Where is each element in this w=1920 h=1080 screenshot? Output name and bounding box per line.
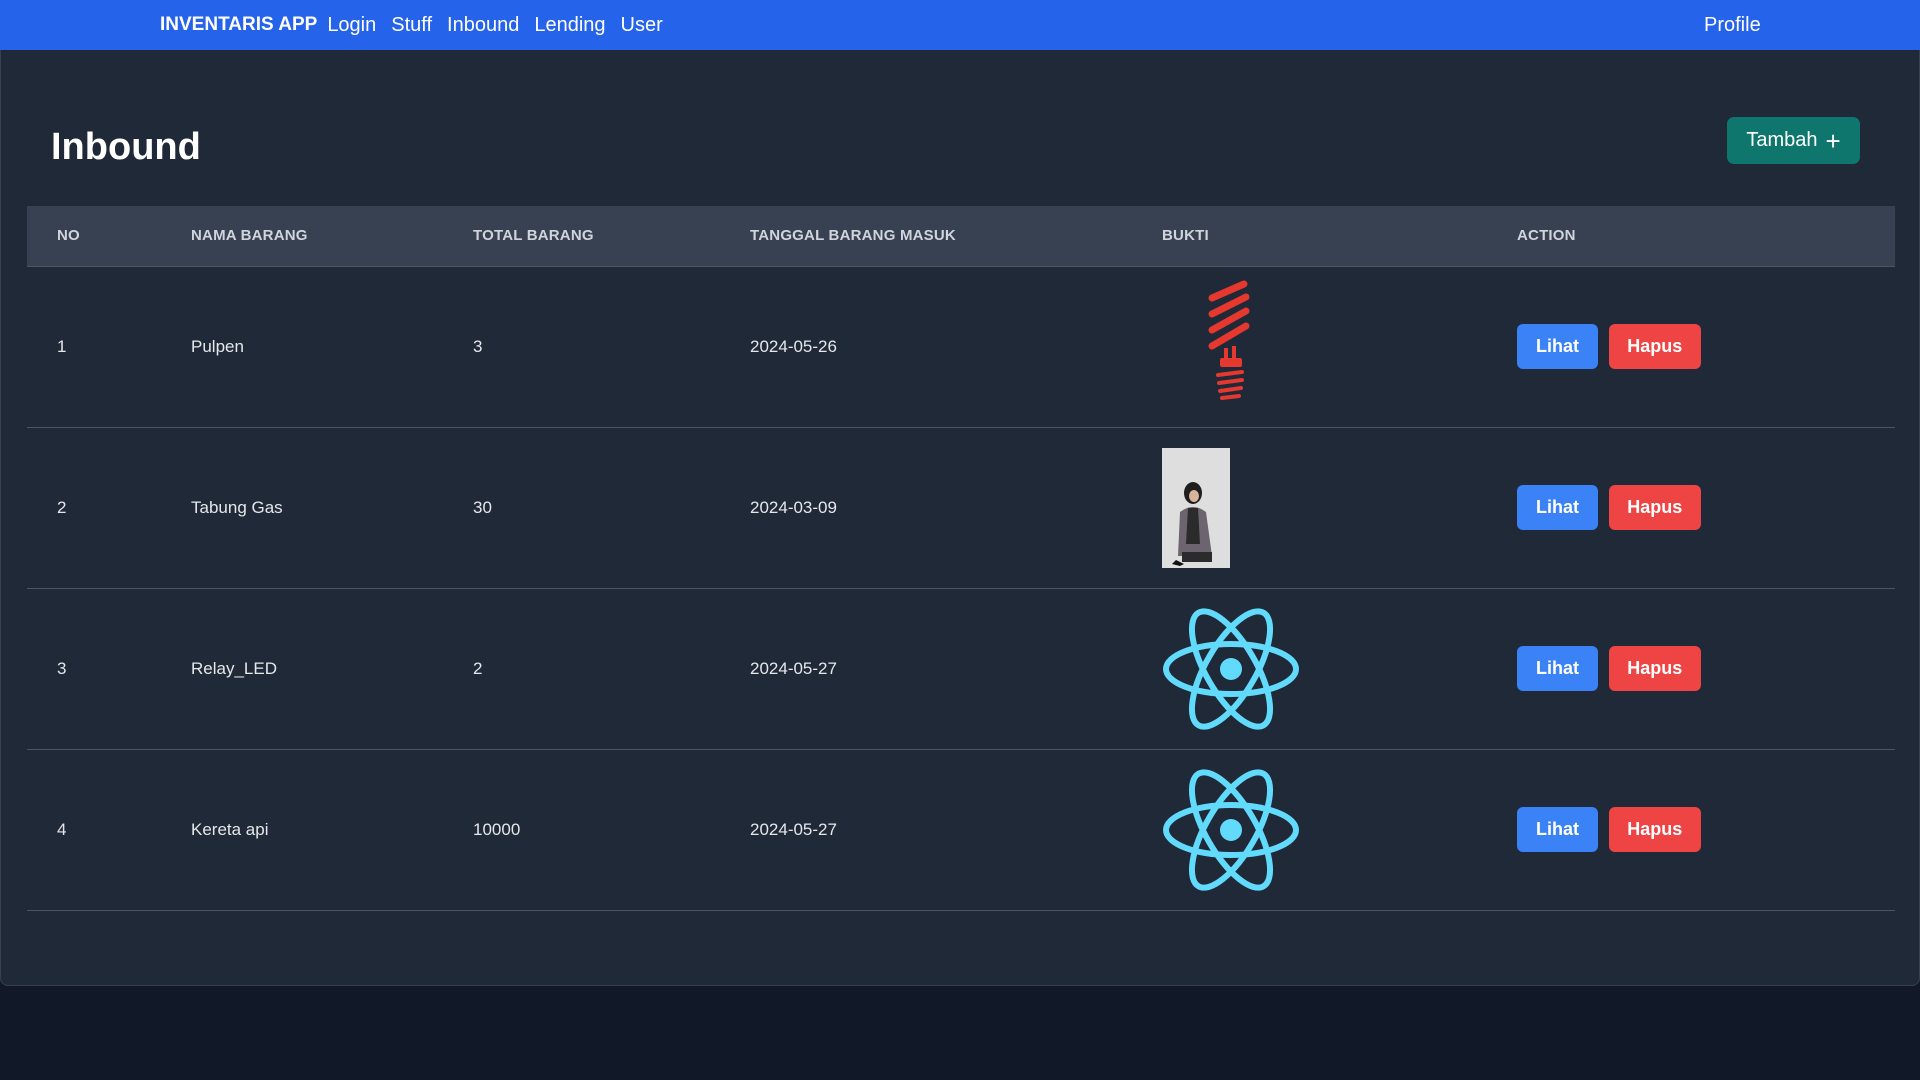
nav-link-login[interactable]: Login <box>327 14 376 37</box>
table-row: 2 Tabung Gas 30 2024-03-09 Lihat Hapus <box>27 427 1895 588</box>
nav-link-stuff[interactable]: Stuff <box>391 14 432 37</box>
person-photo <box>1162 447 1230 568</box>
table-row: 1 Pulpen 3 2024-05-26 Lihat Hapus <box>27 266 1895 427</box>
cell-no: 2 <box>57 497 67 517</box>
nav-link-profile[interactable]: Profile <box>1704 14 1761 37</box>
table-row: 3 Relay_LED 2 2024-05-27 Lihat Hapus <box>27 588 1895 749</box>
cell-action: Lihat Hapus <box>1487 588 1895 749</box>
table-body: 1 Pulpen 3 2024-05-26 Lihat Hapus 2 Tabu… <box>27 266 1895 910</box>
inbound-table: NO NAMA BARANG TOTAL BARANG TANGGAL BARA… <box>27 206 1895 911</box>
cell-name: Kereta api <box>191 819 269 839</box>
delete-button[interactable]: Hapus <box>1608 807 1701 852</box>
app-brand[interactable]: INVENTARIS APP <box>160 14 317 36</box>
cell-no: 1 <box>57 336 67 356</box>
header-tanggal: TANGGAL BARANG MASUK <box>720 206 1132 267</box>
cell-total: 2 <box>473 658 483 678</box>
table-row: 4 Kereta api 10000 2024-05-27 Lihat Hapu… <box>27 749 1895 910</box>
cell-name: Pulpen <box>191 336 244 356</box>
navbar: INVENTARIS APP Login Stuff Inbound Lendi… <box>0 0 1920 50</box>
table-header: NO NAMA BARANG TOTAL BARANG TANGGAL BARA… <box>27 206 1895 267</box>
nav-link-user[interactable]: User <box>621 14 663 37</box>
cell-date: 2024-05-27 <box>750 658 837 678</box>
cell-proof <box>1132 427 1487 588</box>
header-no: NO <box>27 206 161 267</box>
cell-no: 3 <box>57 658 67 678</box>
cell-proof <box>1132 266 1487 427</box>
cell-total: 30 <box>473 497 492 517</box>
react-logo <box>1163 768 1299 891</box>
cell-name: Tabung Gas <box>191 497 283 517</box>
cell-name: Relay_LED <box>191 658 277 678</box>
cell-date: 2024-03-09 <box>750 497 837 517</box>
cell-total: 10000 <box>473 819 521 839</box>
cell-action: Lihat Hapus <box>1487 266 1895 427</box>
header-nama-barang: NAMA BARANG <box>161 206 443 267</box>
react-logo <box>1163 607 1299 730</box>
nav-left: INVENTARIS APP Login Stuff Inbound Lendi… <box>160 0 678 50</box>
view-button[interactable]: Lihat <box>1517 485 1598 530</box>
cell-total: 3 <box>473 336 483 356</box>
view-button[interactable]: Lihat <box>1517 807 1598 852</box>
delete-button[interactable]: Hapus <box>1608 485 1701 530</box>
header-bukti: BUKTI <box>1132 206 1487 267</box>
nav-right: Profile <box>1704 0 1761 50</box>
cell-no: 4 <box>57 819 67 839</box>
page-title: Inbound <box>51 126 201 168</box>
plus-icon: + <box>1825 125 1841 156</box>
cell-action: Lihat Hapus <box>1487 749 1895 910</box>
view-button[interactable]: Lihat <box>1517 646 1598 691</box>
inbound-card: Inbound Tambah + NO NAMA BARANG TOTAL BA… <box>0 50 1920 986</box>
add-button-label: Tambah <box>1746 129 1818 151</box>
nav-link-inbound[interactable]: Inbound <box>447 14 519 37</box>
nav-link-lending[interactable]: Lending <box>534 14 605 37</box>
header-action: ACTION <box>1487 206 1895 267</box>
cell-action: Lihat Hapus <box>1487 427 1895 588</box>
header-row: NO NAMA BARANG TOTAL BARANG TANGGAL BARA… <box>27 206 1895 267</box>
view-button[interactable]: Lihat <box>1517 324 1598 369</box>
add-inbound-button[interactable]: Tambah + <box>1727 117 1860 164</box>
cell-proof <box>1132 749 1487 910</box>
cell-date: 2024-05-26 <box>750 336 837 356</box>
delete-button[interactable]: Hapus <box>1608 646 1701 691</box>
header-total-barang: TOTAL BARANG <box>443 206 720 267</box>
cell-date: 2024-05-27 <box>750 819 837 839</box>
cell-proof <box>1132 588 1487 749</box>
delete-button[interactable]: Hapus <box>1608 324 1701 369</box>
lightbulb-image <box>1208 280 1250 400</box>
